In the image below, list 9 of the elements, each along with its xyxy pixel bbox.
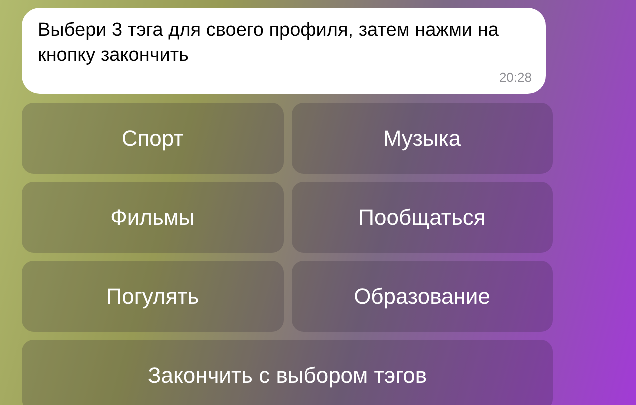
keyboard-button[interactable]: Спорт bbox=[22, 102, 284, 174]
message-text: Выбери 3 тэга для своего профиля, затем нажми на кнопку закончить bbox=[38, 19, 500, 68]
keyboard-button[interactable]: Музыка bbox=[292, 102, 553, 174]
keyboard-button[interactable]: Фильмы bbox=[22, 182, 284, 252]
message-time: 20:28 bbox=[499, 69, 532, 87]
keyboard-button[interactable]: Образование bbox=[292, 260, 553, 332]
keyboard-button[interactable]: Закончить с выбором тэгов bbox=[22, 340, 553, 405]
keyboard-button[interactable]: Погулять bbox=[22, 260, 284, 332]
keyboard-button[interactable]: Пообщаться bbox=[292, 182, 553, 252]
